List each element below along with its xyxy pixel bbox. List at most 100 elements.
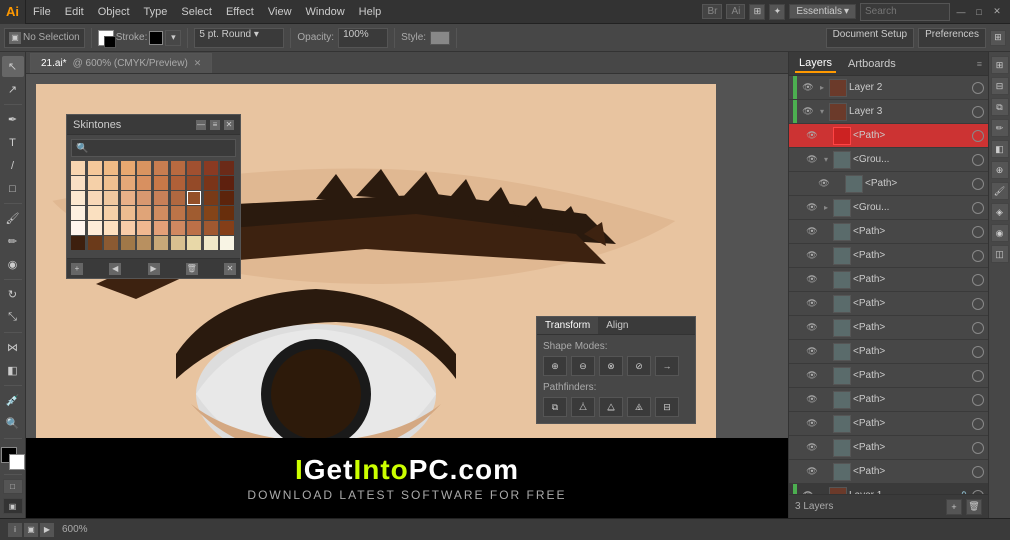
- add-swatch-button[interactable]: +: [71, 263, 83, 275]
- color-swatch[interactable]: [204, 161, 218, 175]
- layer-visibility-button[interactable]: 👁: [805, 321, 819, 335]
- panel-expand-button[interactable]: ≡: [210, 120, 220, 130]
- zoom-tool-button[interactable]: 🔍: [2, 413, 24, 434]
- layer-expand-button[interactable]: [821, 227, 831, 237]
- layers-list[interactable]: 👁▸Layer 2👁▾Layer 3👁<Path>👁▾<Grou...👁<Pat…: [789, 76, 988, 494]
- color-swatch[interactable]: [187, 161, 201, 175]
- layer-target-indicator[interactable]: [972, 298, 984, 310]
- panel-options-button[interactable]: ✕: [224, 263, 236, 275]
- color-swatch[interactable]: [71, 206, 85, 220]
- workspace-selector[interactable]: Essentials ▾: [789, 4, 856, 19]
- align-tab[interactable]: Align: [598, 317, 636, 334]
- color-swatch[interactable]: [71, 161, 85, 175]
- tool-icon[interactable]: ✦: [769, 4, 785, 20]
- color-swatch[interactable]: [220, 236, 234, 250]
- layer-expand-button[interactable]: [821, 347, 831, 357]
- rotate-tool-button[interactable]: ↻: [2, 284, 24, 305]
- color-swatch[interactable]: [121, 206, 135, 220]
- layer-visibility-button[interactable]: 👁: [805, 273, 819, 287]
- layer-visibility-button[interactable]: 👁: [805, 393, 819, 407]
- layer-expand-button[interactable]: [821, 323, 831, 333]
- layer-expand-button[interactable]: [821, 251, 831, 261]
- color-swatch[interactable]: [154, 191, 168, 205]
- color-swatch[interactable]: [220, 221, 234, 235]
- maximize-button[interactable]: □: [972, 5, 986, 19]
- layer-visibility-button[interactable]: 👁: [805, 441, 819, 455]
- layer-visibility-button[interactable]: 👁: [805, 297, 819, 311]
- layer-item[interactable]: 👁<Path>: [789, 292, 988, 316]
- layer-item[interactable]: 👁<Path>: [789, 412, 988, 436]
- layer-expand-button[interactable]: ▸: [817, 83, 827, 93]
- layer-item[interactable]: 👁<Path>: [789, 340, 988, 364]
- layer-expand-button[interactable]: [821, 131, 831, 141]
- layer-visibility-button[interactable]: 👁: [805, 345, 819, 359]
- transform-tab[interactable]: Transform: [537, 317, 598, 334]
- ai-switch-icon[interactable]: Ai: [726, 4, 745, 19]
- color-swatch[interactable]: [204, 176, 218, 190]
- layer-expand-button[interactable]: ▸: [821, 203, 831, 213]
- menu-view[interactable]: View: [261, 0, 299, 24]
- layer-visibility-button[interactable]: 👁: [801, 105, 815, 119]
- menu-edit[interactable]: Edit: [58, 0, 91, 24]
- layer-expand-button[interactable]: [821, 443, 831, 453]
- opacity-input[interactable]: 100%: [338, 28, 388, 48]
- layers-tab[interactable]: Layers: [795, 55, 836, 73]
- arrange-panels-icon[interactable]: ⊞: [990, 30, 1006, 46]
- transform-panel-button[interactable]: ⊞: [991, 56, 1009, 74]
- appearance-panel-button[interactable]: ◫: [991, 245, 1009, 263]
- layer-visibility-button[interactable]: 👁: [805, 153, 819, 167]
- pathfinder-minus-button[interactable]: ⊟: [655, 397, 679, 417]
- shape-expand-button[interactable]: →: [655, 356, 679, 376]
- color-swatch[interactable]: [220, 161, 234, 175]
- stroke-panel-button[interactable]: ✏: [991, 119, 1009, 137]
- color-swatch[interactable]: [88, 206, 102, 220]
- layer-visibility-button[interactable]: 👁: [805, 417, 819, 431]
- layer-target-indicator[interactable]: [972, 82, 984, 94]
- layer-target-indicator[interactable]: [972, 202, 984, 214]
- shape-add-button[interactable]: ⊕: [543, 356, 567, 376]
- color-swatch[interactable]: [187, 236, 201, 250]
- brush-selector[interactable]: 5 pt. Round ▾: [194, 28, 284, 48]
- br-icon[interactable]: Br: [702, 4, 722, 19]
- layer-expand-button[interactable]: [833, 179, 843, 189]
- color-swatch[interactable]: [71, 176, 85, 190]
- line-tool-button[interactable]: /: [2, 155, 24, 176]
- color-swatch[interactable]: [220, 191, 234, 205]
- layer-item[interactable]: 👁▸Layer 2: [789, 76, 988, 100]
- layer-expand-button[interactable]: [821, 419, 831, 429]
- layer-item[interactable]: 👁<Path>: [789, 388, 988, 412]
- type-tool-button[interactable]: T: [2, 132, 24, 153]
- color-swatch[interactable]: [104, 176, 118, 190]
- arrange-icon[interactable]: ⊞: [749, 4, 765, 20]
- color-swatch[interactable]: [137, 161, 151, 175]
- layer-visibility-button[interactable]: 👁: [805, 369, 819, 383]
- gradient-tool-button[interactable]: ◧: [2, 360, 24, 381]
- menu-type[interactable]: Type: [137, 0, 175, 24]
- color-swatch[interactable]: [121, 221, 135, 235]
- close-button[interactable]: ✕: [990, 5, 1004, 19]
- rect-tool-button[interactable]: □: [2, 178, 24, 199]
- layer-item[interactable]: 👁▸<Grou...: [789, 196, 988, 220]
- delete-layer-button[interactable]: 🗑: [966, 499, 982, 515]
- layer-expand-button[interactable]: [821, 299, 831, 309]
- layer-item[interactable]: 👁<Path>: [789, 268, 988, 292]
- layer-expand-button[interactable]: ▾: [817, 107, 827, 117]
- layer-target-indicator[interactable]: [972, 130, 984, 142]
- pen-tool-button[interactable]: ✒: [2, 109, 24, 130]
- menu-window[interactable]: Window: [299, 0, 352, 24]
- shape-intersect-button[interactable]: ⊗: [599, 356, 623, 376]
- blob-brush-tool-button[interactable]: ◉: [2, 254, 24, 275]
- color-swatch[interactable]: [220, 176, 234, 190]
- layer-expand-button[interactable]: [821, 395, 831, 405]
- layer-visibility-button[interactable]: 👁: [805, 201, 819, 215]
- layer-item[interactable]: 👁<Path>: [789, 436, 988, 460]
- brush-panel-button[interactable]: 🖌: [991, 182, 1009, 200]
- move-prev-button[interactable]: ◀: [109, 263, 121, 275]
- color-swatch[interactable]: [204, 236, 218, 250]
- layer-visibility-button[interactable]: 👁: [817, 177, 831, 191]
- doc-setup-button[interactable]: Document Setup: [826, 28, 915, 48]
- menu-help[interactable]: Help: [352, 0, 389, 24]
- color-swatch[interactable]: [137, 221, 151, 235]
- color-swatch[interactable]: [154, 206, 168, 220]
- layer-target-indicator[interactable]: [972, 178, 984, 190]
